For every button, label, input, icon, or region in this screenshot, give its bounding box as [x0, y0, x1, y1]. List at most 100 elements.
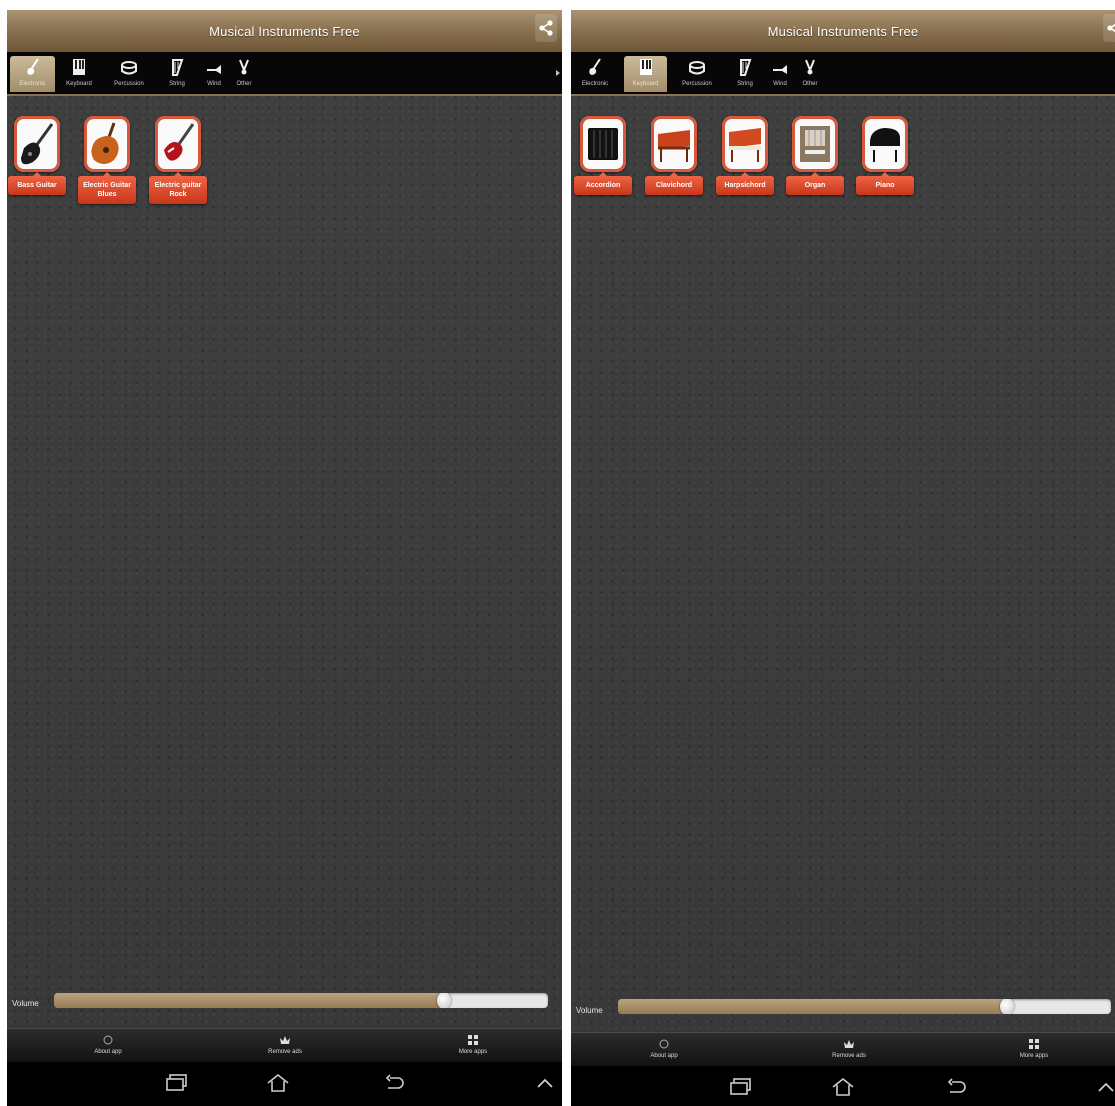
share-button[interactable]: [1103, 14, 1115, 42]
harp-icon: [738, 56, 752, 76]
instrument-tile[interactable]: Accordion: [573, 116, 633, 236]
share-icon: [1107, 23, 1115, 33]
volume-thumb[interactable]: [1000, 999, 1014, 1014]
misc-instrument-icon: [804, 56, 816, 76]
tab-label: Electronic: [19, 81, 46, 87]
misc-instrument-icon: [238, 56, 250, 76]
action-label: More apps: [458, 1049, 488, 1055]
chevron-up-icon[interactable]: [530, 1070, 560, 1096]
instrument-tile[interactable]: Organ: [785, 116, 845, 236]
tab-label: String: [169, 81, 185, 87]
action-label: Remove ads: [268, 1049, 302, 1055]
recent-apps-icon[interactable]: [162, 1070, 192, 1096]
volume-label: Volume: [576, 1006, 603, 1015]
chevron-up-icon[interactable]: [1091, 1074, 1115, 1100]
share-button[interactable]: [535, 14, 557, 42]
tab-label: Wind: [773, 81, 787, 87]
recent-apps-icon[interactable]: [726, 1074, 756, 1100]
grid-icon: [994, 1036, 1074, 1052]
tab-percussion[interactable]: Percussion: [105, 56, 153, 92]
tab-label: Other: [236, 81, 252, 87]
instrument-label: Accordion: [574, 172, 632, 195]
info-icon: [624, 1036, 704, 1052]
tab-label: Percussion: [682, 81, 712, 87]
volume-fill: [54, 993, 444, 1008]
back-icon[interactable]: [941, 1074, 971, 1100]
tab-label: String: [737, 81, 753, 87]
action-label: Remove ads: [832, 1053, 866, 1059]
instrument-tile[interactable]: Bass Guitar: [7, 116, 67, 236]
tab-keyboard[interactable]: Keyboard: [59, 56, 99, 92]
scroll-right-icon[interactable]: [556, 70, 560, 76]
instrument-tile[interactable]: Electric Guitar Blues: [77, 116, 137, 236]
instrument-tile[interactable]: Piano: [855, 116, 915, 236]
tab-percussion[interactable]: Percussion: [673, 56, 721, 92]
home-icon[interactable]: [828, 1074, 858, 1100]
instrument-label: Organ: [786, 172, 844, 195]
tab-wind[interactable]: Wind: [767, 56, 793, 92]
instrument-label: Electric Guitar Blues: [78, 172, 136, 204]
more-apps-button[interactable]: More apps: [433, 1032, 513, 1055]
tab-wind[interactable]: Wind: [201, 56, 227, 92]
crown-icon: [245, 1032, 325, 1048]
instrument-label: Harpsichord: [716, 172, 774, 195]
app-title: Musical Instruments Free: [209, 24, 360, 39]
organ-icon: [792, 116, 838, 172]
tab-electronic[interactable]: Electronic: [575, 56, 615, 92]
blues-guitar-icon: [84, 116, 130, 172]
back-icon[interactable]: [379, 1070, 409, 1096]
share-icon: [539, 20, 553, 36]
tab-other[interactable]: Other: [231, 56, 257, 92]
harp-icon: [170, 56, 184, 76]
volume-label: Volume: [12, 999, 39, 1008]
system-nav-bar: [571, 1066, 1115, 1106]
trumpet-icon: [772, 56, 788, 76]
bass-guitar-icon: [14, 116, 60, 172]
screen-keyboard: Musical Instruments Free Electronic Keyb…: [571, 10, 1115, 1106]
home-icon[interactable]: [263, 1070, 293, 1096]
tab-label: Other: [802, 81, 818, 87]
more-apps-button[interactable]: More apps: [994, 1036, 1074, 1059]
volume-thumb[interactable]: [437, 993, 451, 1008]
instrument-label: Electric guitar Rock: [149, 172, 207, 204]
tab-label: Percussion: [114, 81, 144, 87]
instrument-label: Clavichord: [645, 172, 703, 195]
grid-icon: [433, 1032, 513, 1048]
instrument-label: Piano: [856, 172, 914, 195]
category-tab-bar: Electronic Keyboard Percussion String Wi…: [571, 52, 1115, 96]
system-nav-bar: [7, 1062, 562, 1106]
rock-guitar-icon: [155, 116, 201, 172]
tab-other[interactable]: Other: [797, 56, 823, 92]
accordion-icon: [580, 116, 626, 172]
about-app-button[interactable]: About app: [68, 1032, 148, 1055]
instrument-label: Bass Guitar: [8, 172, 66, 195]
volume-slider[interactable]: [54, 993, 548, 1008]
tab-electronic[interactable]: Electronic: [10, 56, 55, 92]
info-icon: [68, 1032, 148, 1048]
action-label: About app: [94, 1049, 122, 1055]
electric-guitar-icon: [587, 56, 603, 76]
action-label: About app: [650, 1053, 678, 1059]
category-tab-bar: Electronic Keyboard Percussion String Wi…: [7, 52, 562, 96]
tab-string[interactable]: String: [730, 56, 760, 92]
about-app-button[interactable]: About app: [624, 1036, 704, 1059]
bottom-action-bar: About app Remove ads More apps: [571, 1032, 1115, 1067]
instrument-tile[interactable]: Electric guitar Rock: [148, 116, 208, 236]
instrument-tile[interactable]: Clavichord: [644, 116, 704, 236]
screen-electronic: Musical Instruments Free Electronic Keyb…: [7, 10, 562, 1106]
clavichord-icon: [651, 116, 697, 172]
remove-ads-button[interactable]: Remove ads: [245, 1032, 325, 1055]
crown-icon: [809, 1036, 889, 1052]
instrument-tile[interactable]: Harpsichord: [715, 116, 775, 236]
tab-keyboard[interactable]: Keyboard: [624, 56, 667, 92]
tab-label: Keyboard: [66, 81, 92, 87]
volume-slider[interactable]: [618, 999, 1111, 1014]
tab-label: Keyboard: [632, 81, 659, 87]
volume-fill: [618, 999, 1007, 1014]
grand-piano-icon: [862, 116, 908, 172]
drum-icon: [688, 56, 706, 76]
remove-ads-button[interactable]: Remove ads: [809, 1036, 889, 1059]
title-bar: Musical Instruments Free: [7, 10, 562, 52]
tab-string[interactable]: String: [162, 56, 192, 92]
app-title: Musical Instruments Free: [767, 24, 919, 39]
